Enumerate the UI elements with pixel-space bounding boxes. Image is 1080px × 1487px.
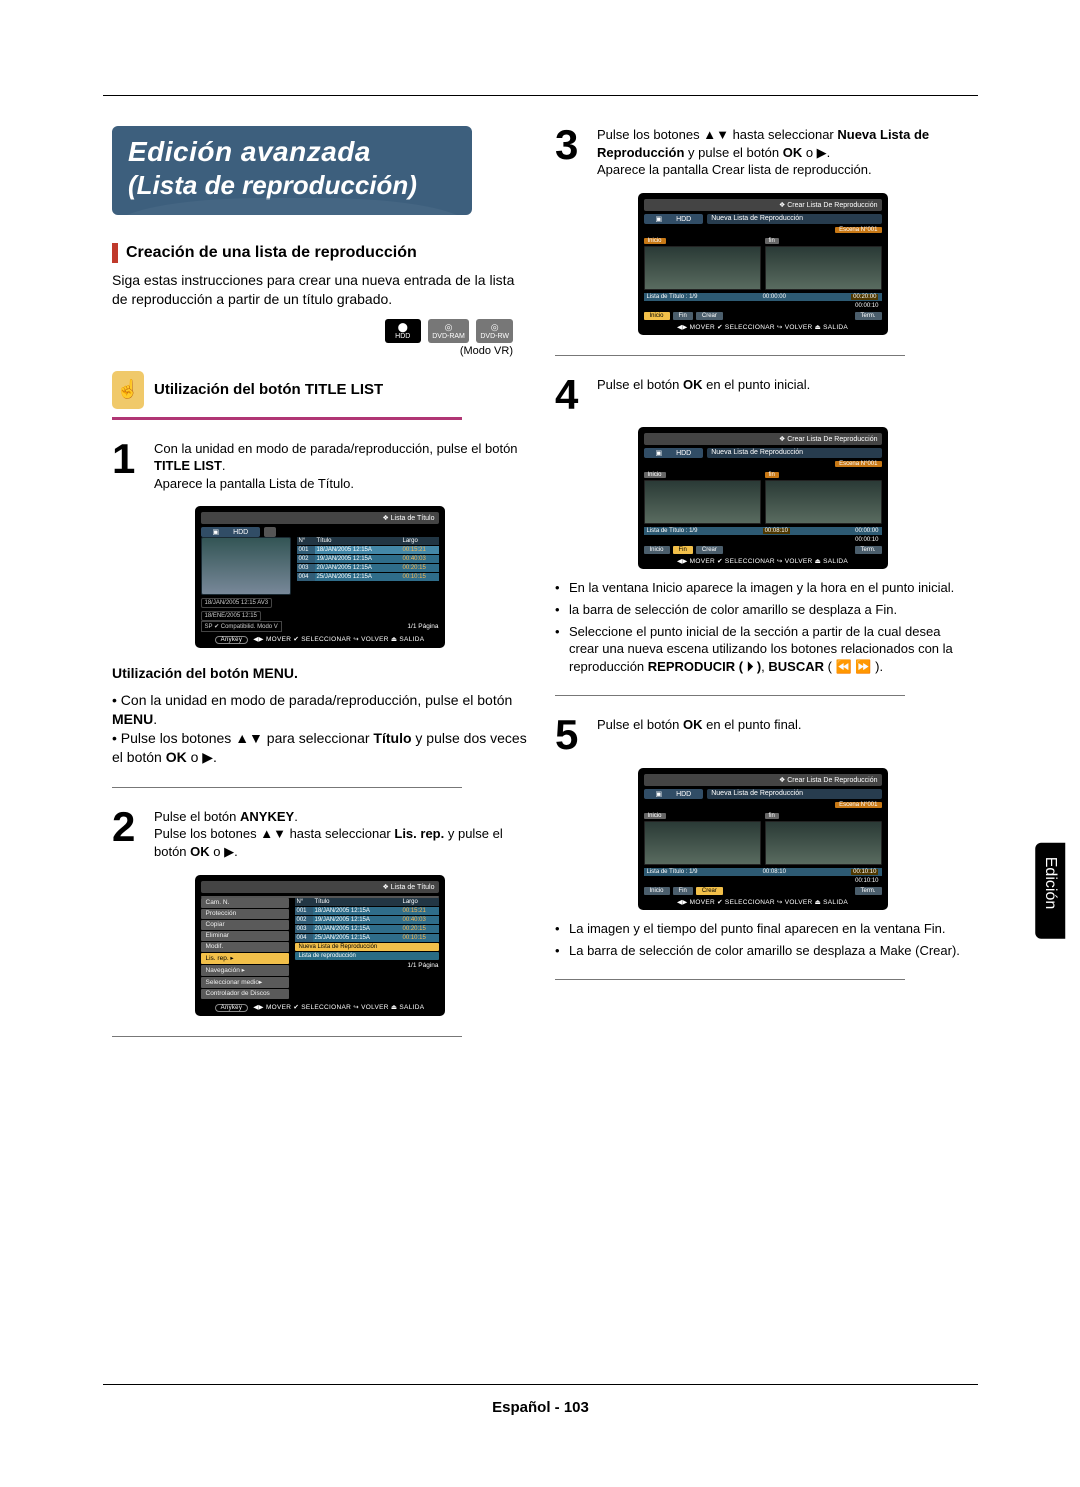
step-2: 2 Pulse el botón ANYKEY. Pulse los boton… [112,808,527,861]
intro-paragraph: Siga estas instrucciones para crear una … [112,271,527,309]
step-number: 2 [112,808,144,861]
step-number: 3 [555,126,587,179]
osd-preview-thumb [201,537,291,595]
title-list-heading: ☝ Utilización del botón TITLE LIST [112,371,527,409]
dvdram-badge: ◎DVD-RAM [428,319,469,343]
divider [555,355,905,356]
step-5: 5 Pulse el botón OK en el punto final. [555,716,970,754]
chapter-title-banner: Edición avanzada (Lista de reproducción) [112,126,472,215]
osd-page-info: 1/1 Página [407,623,438,632]
osd-banner: ❖ Lista de Título [201,881,439,893]
section-heading: Creación de una lista de reproducción [112,243,527,263]
step-3: 3 Pulse los botones ▲▼ hasta seleccionar… [555,126,970,179]
osd-footer: Anykey ◀▶ MOVER ✔ SELECCIONAR ↪ VOLVER ⏏… [201,635,439,644]
step-body: Pulse el botón ANYKEY. Pulse los botones… [154,808,527,861]
step-4: 4 Pulse el botón OK en el punto inicial. [555,376,970,414]
magenta-rule-icon [112,417,462,420]
step-body: Pulse el botón OK en el punto inicial. [597,376,970,414]
osd-tab-disabled [264,527,276,537]
step-4-bullets: En la ventana Inicio aparece la imagen y… [555,579,970,675]
osd-create-playlist-1: ❖ Crear Lista De Reproducción ▣ HDDNueva… [638,193,888,335]
osd-create-playlist-2: ❖ Crear Lista De Reproducción ▣ HDDNueva… [638,427,888,569]
right-column: 3 Pulse los botones ▲▼ hasta seleccionar… [555,126,970,1057]
osd-banner: ❖ Lista de Título [201,512,439,524]
osd-context-menu: ❖ Lista de Título Cam. N. Protección Cop… [195,875,445,1016]
banner-line-1: Edición avanzada [128,136,456,168]
osd-status-mode: SP ✔ Compatibilid. Modo V [201,621,282,632]
side-tab: Edición [1035,843,1065,939]
step-number: 4 [555,376,587,414]
divider [112,787,462,788]
anykey-pill: Anykey [215,636,248,644]
page-footer: Español - 103 [103,1399,978,1416]
osd-tab-hdd: ▣ HDD [201,527,261,537]
step-number: 5 [555,716,587,754]
step-number: 1 [112,440,144,493]
menu-block: • Con la unidad en modo de parada/reprod… [112,691,527,767]
step-body: Pulse los botones ▲▼ hasta seleccionar N… [597,126,970,179]
osd-title-list: ❖ Lista de Título ▣ HDD N°TítuloLargo 00… [195,506,445,648]
two-column-content: Edición avanzada (Lista de reproducción)… [112,126,970,1057]
hand-icon: ☝ [112,371,144,409]
osd-create-playlist-3: ❖ Crear Lista De Reproducción ▣ HDDNueva… [638,768,888,910]
step-1: 1 Con la unidad en modo de parada/reprod… [112,440,527,493]
dvdrw-badge: ◎DVD-RW [476,319,513,343]
hdd-badge: ⬤HDD [385,319,421,343]
disc-compatibility-row: ⬤HDD ◎DVD-RAM ◎DVD-RW [112,319,513,343]
section-title: Creación de una lista de reproducción [126,244,417,262]
step-body: Pulse el botón OK en el punto final. [597,716,970,754]
util-menu-heading: Utilización del botón MENU. [112,664,527,683]
step-5-bullets: La imagen y el tiempo del punto final ap… [555,920,970,959]
heading-bar-icon [112,243,118,263]
title-list-label: Utilización del botón TITLE LIST [154,381,383,398]
banner-line-2: (Lista de reproducción) [128,170,456,201]
divider [555,695,905,696]
osd-tabs: ▣ HDD [201,527,439,537]
osd-context-list: Cam. N. Protección Copiar Eliminar Modif… [201,898,289,1000]
step-body: Con la unidad en modo de parada/reproduc… [154,440,527,493]
left-column: Edición avanzada (Lista de reproducción)… [112,126,527,1057]
divider [555,979,905,980]
mode-caption: (Modo VR) [112,345,513,357]
divider [112,1036,462,1037]
osd-status-row: 18/JAN/2005 12:15 AV3 [201,598,439,608]
osd-title-rows: N°TítuloLargo 00118/JAN/2005 12:15A00:15… [297,537,439,595]
osd-context-submenu: N°TítuloLargo 00118/JAN/2005 12:15A00:15… [295,898,439,1000]
